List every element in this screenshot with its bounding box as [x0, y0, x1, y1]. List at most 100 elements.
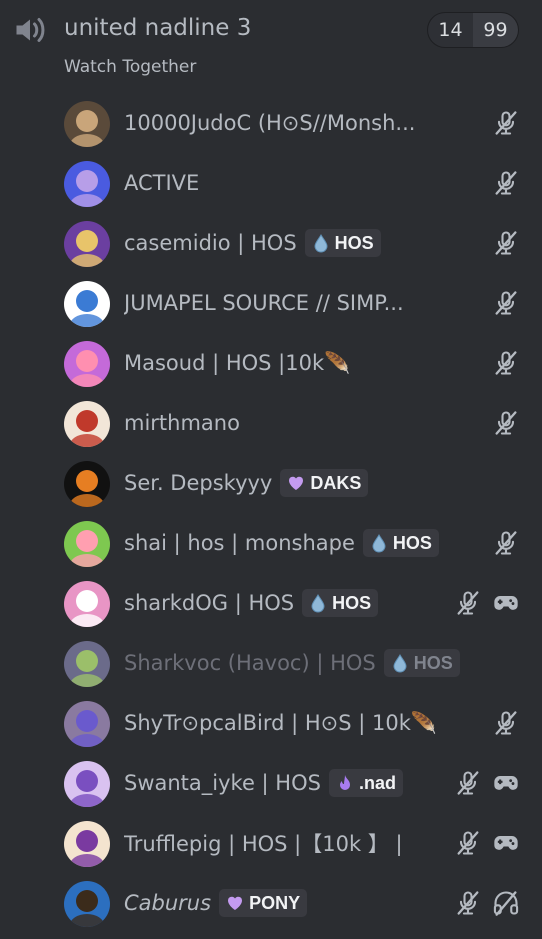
avatar[interactable] — [64, 221, 110, 267]
avatar-image — [64, 281, 110, 327]
user-status-icons — [454, 588, 520, 618]
deafened-mic-icon — [495, 111, 517, 135]
channel-status: Watch Together — [64, 57, 197, 77]
heart-icon — [289, 476, 304, 490]
avatar-image — [64, 701, 110, 747]
drop-icon — [311, 594, 325, 613]
drop-icon — [372, 534, 386, 553]
deafened-mic-icon — [495, 291, 517, 315]
server-tag[interactable]: .nad — [328, 769, 403, 797]
user-name: ShyTr⊙pcalBird | H⊙S | 10k🪶 — [124, 710, 438, 735]
voice-user-row[interactable]: Caburus PONY — [0, 873, 542, 933]
avatar-image — [64, 341, 110, 387]
user-name-wrap: Caburus PONY — [124, 873, 308, 933]
server-tag[interactable]: HOS — [383, 649, 460, 677]
avatar[interactable] — [64, 521, 110, 567]
avatar-image — [64, 401, 110, 447]
deafened-mic-icon — [495, 171, 517, 195]
avatar[interactable] — [64, 461, 110, 507]
voice-user-row[interactable]: casemidio | HOS HOS — [0, 213, 542, 273]
voice-user-row[interactable]: 10000JudoC (H⊙S//Monsh... — [0, 93, 542, 153]
user-status-icons — [454, 768, 520, 798]
voice-user-row[interactable]: Ser. Depskyyy DAKS — [0, 453, 542, 513]
user-name-wrap: sharkdOG | HOS HOS — [124, 573, 379, 633]
voice-speaker-icon — [16, 18, 45, 42]
deafened-mic-icon — [495, 231, 517, 255]
server-tag-label: DAKS — [310, 472, 362, 493]
user-name: JUMAPEL SOURCE // SIMP... — [124, 291, 404, 315]
server-tag-label: HOS — [392, 532, 432, 553]
avatar-image — [64, 761, 110, 807]
avatar[interactable] — [64, 881, 110, 927]
voice-user-row[interactable]: Swanta_iyke | HOS .nad — [0, 753, 542, 813]
user-name-wrap: ACTIVE — [124, 153, 199, 213]
server-tag[interactable]: DAKS — [280, 469, 369, 497]
avatar-image — [64, 641, 110, 687]
voice-user-row[interactable]: Masoud | HOS |10k🪶 — [0, 333, 542, 393]
avatar-image — [64, 101, 110, 147]
avatar-image — [64, 821, 110, 867]
avatar[interactable] — [64, 641, 110, 687]
heart-icon — [228, 896, 243, 910]
avatar-image — [64, 221, 110, 267]
muted-mic-icon — [457, 891, 479, 915]
server-tag-label: PONY — [249, 892, 301, 913]
drop-icon — [393, 654, 407, 673]
user-status-icons — [492, 288, 520, 318]
user-name: Trufflepig | HOS |【10k 】 | — [124, 832, 403, 856]
server-tag[interactable]: HOS — [304, 229, 381, 257]
server-tag[interactable]: HOS — [362, 529, 439, 557]
avatar-image — [64, 521, 110, 567]
user-name: ACTIVE — [124, 171, 200, 195]
avatar-image — [64, 881, 110, 927]
voice-user-row[interactable]: ShyTr⊙pcalBird | H⊙S | 10k🪶 — [0, 693, 542, 753]
user-name: shai | hos | monshape — [124, 531, 355, 555]
voice-user-row[interactable]: sharkdOG | HOS HOS — [0, 573, 542, 633]
user-status-icons — [492, 228, 520, 258]
voice-user-row[interactable]: Sharkvoc (Havoc) | HOS HOS — [0, 633, 542, 693]
voice-user-row[interactable]: shai | hos | monshape HOS — [0, 513, 542, 573]
voice-user-row[interactable]: Trufflepig | HOS |【10k 】 | — [0, 813, 542, 873]
gamepad-icon — [494, 836, 518, 850]
user-name-wrap: 10000JudoC (H⊙S//Monsh... — [124, 93, 415, 153]
voice-user-row[interactable]: mirthmano — [0, 393, 542, 453]
server-tag-label: HOS — [332, 592, 372, 613]
muted-mic-icon — [457, 591, 479, 615]
user-name-wrap: Masoud | HOS |10k🪶 — [124, 333, 350, 393]
avatar[interactable] — [64, 761, 110, 807]
user-name: 10000JudoC (H⊙S//Monsh... — [124, 111, 416, 135]
user-status-icons — [454, 888, 520, 918]
muted-mic-icon — [457, 771, 479, 795]
avatar-image — [64, 581, 110, 627]
server-tag-label: HOS — [413, 652, 453, 673]
drop-icon — [314, 234, 328, 253]
deafened-mic-icon — [495, 531, 517, 555]
voice-user-row[interactable]: JUMAPEL SOURCE // SIMP... — [0, 273, 542, 333]
avatar[interactable] — [64, 341, 110, 387]
server-tag[interactable]: HOS — [302, 589, 379, 617]
channel-name: united nadline 3 — [64, 15, 252, 41]
user-name-wrap: casemidio | HOS HOS — [124, 213, 381, 273]
server-tag-label: HOS — [334, 232, 374, 253]
user-limit-badge: 14 99 — [427, 12, 519, 48]
user-name: sharkdOG | HOS — [124, 591, 295, 615]
user-name-wrap: Sharkvoc (Havoc) | HOS HOS — [124, 633, 460, 693]
user-name: Sharkvoc (Havoc) | HOS — [124, 651, 376, 675]
user-status-icons — [492, 348, 520, 378]
user-name-wrap: ShyTr⊙pcalBird | H⊙S | 10k🪶 — [124, 693, 437, 753]
voice-user-row[interactable]: ACTIVE — [0, 153, 542, 213]
avatar[interactable] — [64, 101, 110, 147]
avatar[interactable] — [64, 161, 110, 207]
user-name: casemidio | HOS — [124, 231, 297, 255]
avatar[interactable] — [64, 821, 110, 867]
voice-channel-header[interactable]: united nadline 3 Watch Together 14 99 — [0, 0, 542, 90]
avatar[interactable] — [64, 401, 110, 447]
avatar[interactable] — [64, 281, 110, 327]
avatar[interactable] — [64, 701, 110, 747]
user-name-wrap: Swanta_iyke | HOS .nad — [124, 753, 403, 813]
avatar[interactable] — [64, 581, 110, 627]
server-tag[interactable]: PONY — [219, 889, 308, 917]
user-name: mirthmano — [124, 411, 240, 435]
user-name-wrap: Trufflepig | HOS |【10k 】 | — [124, 813, 403, 873]
muted-mic-icon — [457, 831, 479, 855]
